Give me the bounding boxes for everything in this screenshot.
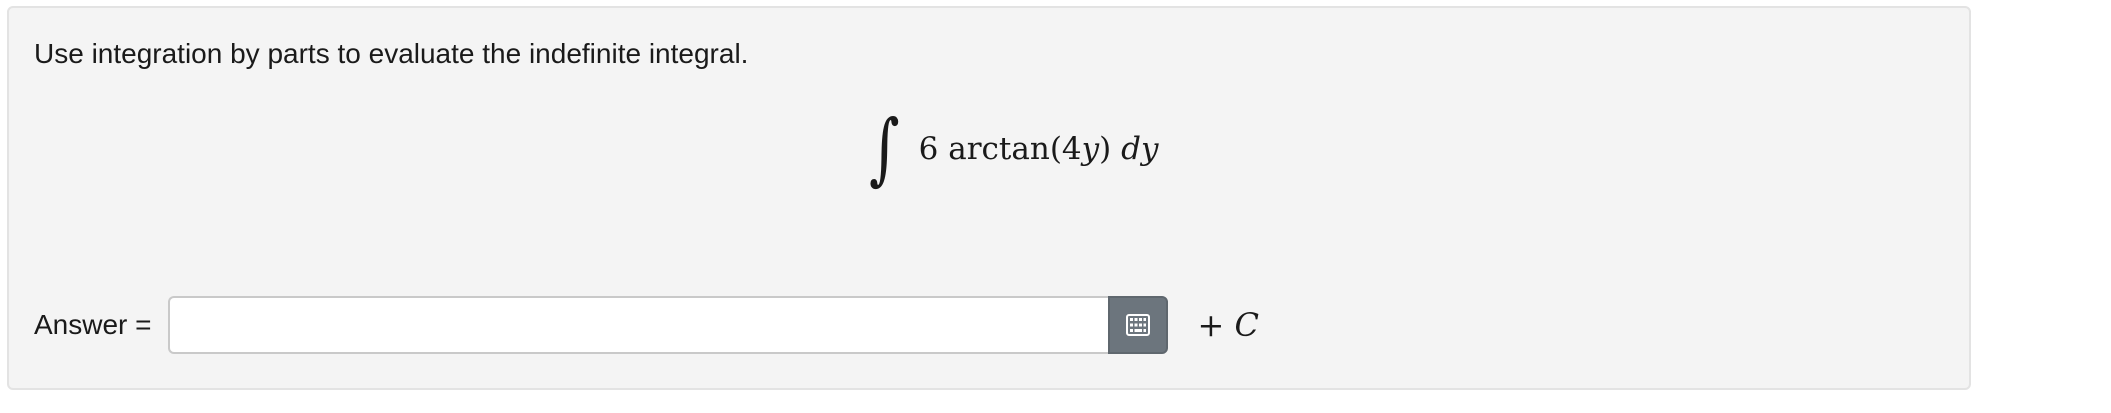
differential-d: d: [1121, 131, 1141, 167]
integrand-open-paren: (: [1049, 131, 1062, 167]
integrand: 6 arctan(4y) dy: [919, 129, 1159, 169]
question-card: Use integration by parts to evaluate the…: [7, 6, 1971, 390]
integral-sign: ∫: [869, 104, 900, 194]
differential-variable: y: [1141, 131, 1159, 167]
math-keypad-button[interactable]: [1107, 296, 1168, 354]
integrand-coefficient: 6: [918, 131, 939, 167]
plus-constant: + C: [1198, 305, 1259, 345]
integrand-argument-variable: y: [1081, 131, 1100, 167]
answer-input-group: [167, 296, 1168, 354]
question-prompt: Use integration by parts to evaluate the…: [34, 38, 749, 69]
answer-row: Answer = + C: [34, 295, 1259, 355]
integral-expression: ∫ 6 arctan(4y) dy: [864, 104, 1159, 194]
answer-label: Answer =: [34, 309, 152, 340]
integrand-argument-number: 4: [1061, 131, 1082, 167]
keypad-grid-icon: [1125, 314, 1150, 336]
constant-symbol: C: [1234, 306, 1259, 344]
answer-input[interactable]: [167, 296, 1108, 354]
integrand-function: arctan: [948, 131, 1050, 167]
plus-sign: +: [1197, 306, 1225, 344]
integrand-close-paren: ): [1099, 131, 1112, 167]
